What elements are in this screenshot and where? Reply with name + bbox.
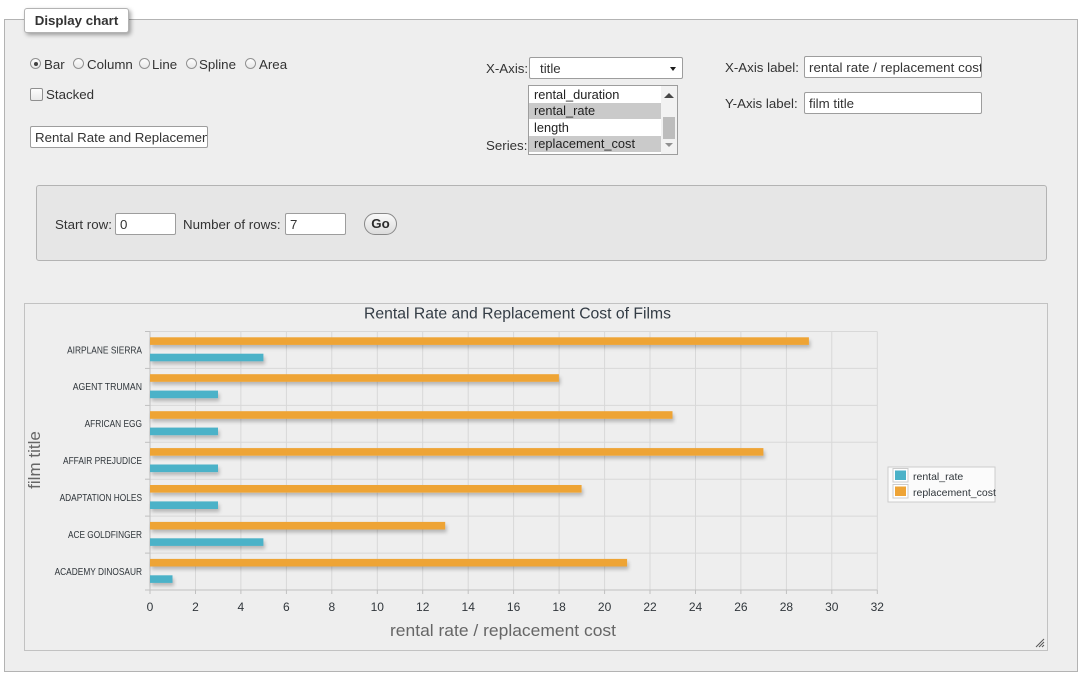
svg-text:0: 0 [147,600,154,614]
svg-text:AFFAIR PREJUDICE: AFFAIR PREJUDICE [63,456,142,467]
svg-text:AGENT TRUMAN: AGENT TRUMAN [73,382,142,393]
svg-text:AIRPLANE SIERRA: AIRPLANE SIERRA [67,345,142,356]
svg-text:16: 16 [507,600,521,614]
svg-text:ACE GOLDFINGER: ACE GOLDFINGER [68,530,142,541]
svg-text:2: 2 [192,600,199,614]
svg-text:rental_rate: rental_rate [913,471,963,483]
svg-text:ADAPTATION HOLES: ADAPTATION HOLES [60,493,143,504]
svg-text:rental rate / replacement cost: rental rate / replacement cost [390,621,616,640]
svg-text:22: 22 [643,600,657,614]
svg-text:10: 10 [371,600,385,614]
svg-text:30: 30 [825,600,839,614]
svg-text:replacement_cost: replacement_cost [913,487,996,499]
svg-text:Rental Rate and Replacement Co: Rental Rate and Replacement Cost of Film… [364,306,671,323]
svg-text:12: 12 [416,600,430,614]
svg-text:18: 18 [552,600,566,614]
svg-text:28: 28 [780,600,794,614]
svg-text:26: 26 [734,600,748,614]
svg-text:24: 24 [689,600,703,614]
svg-text:6: 6 [283,600,290,614]
svg-text:4: 4 [238,600,245,614]
svg-text:8: 8 [328,600,335,614]
svg-text:ACADEMY DINOSAUR: ACADEMY DINOSAUR [55,567,142,578]
svg-text:32: 32 [871,600,885,614]
svg-text:AFRICAN EGG: AFRICAN EGG [85,419,143,430]
svg-text:film title: film title [25,431,44,489]
svg-text:20: 20 [598,600,612,614]
svg-text:14: 14 [462,600,476,614]
